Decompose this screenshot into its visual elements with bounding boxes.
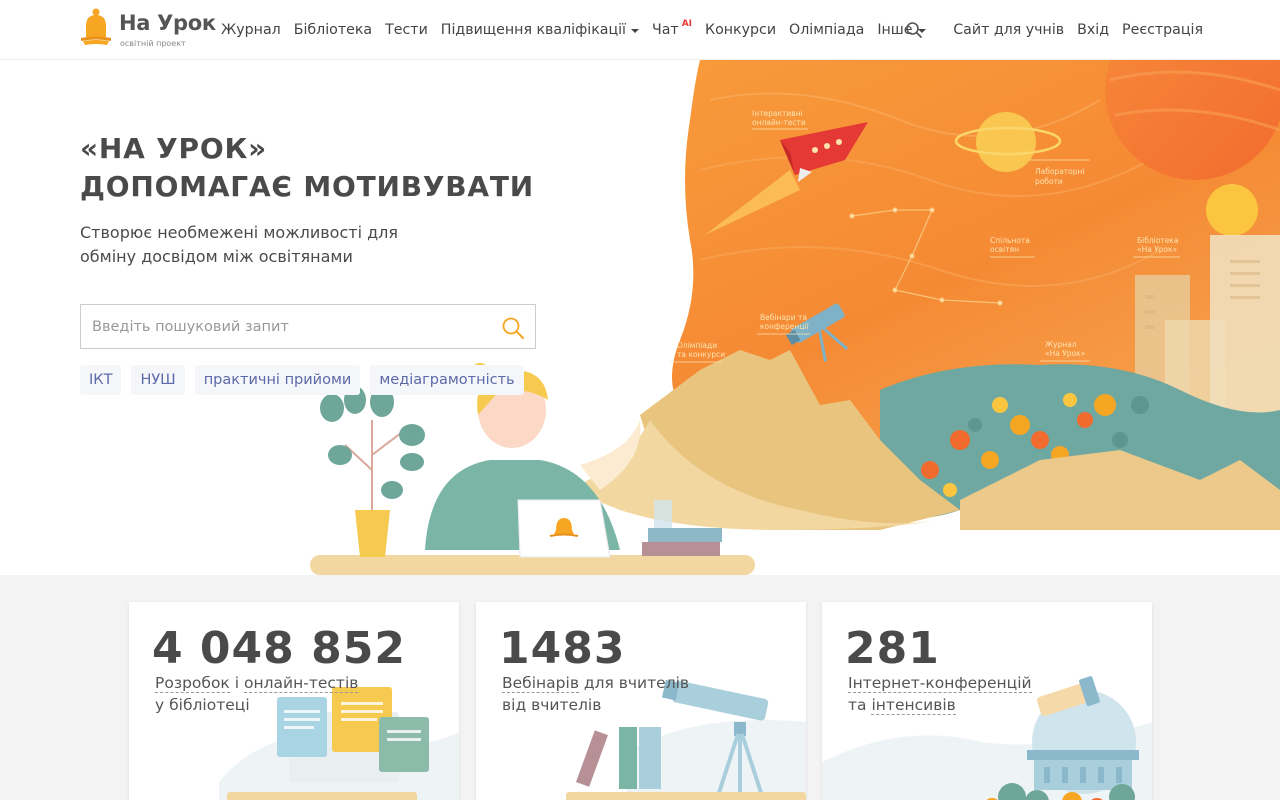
intensives-link[interactable]: інтенсивів <box>871 696 956 715</box>
ai-badge: AI <box>681 19 693 29</box>
nav-library[interactable]: Бібліотека <box>294 22 372 38</box>
tag-media-literacy[interactable]: медіаграмотність <box>370 365 524 395</box>
tag-ikt[interactable]: ІКТ <box>80 365 122 395</box>
webinars-link[interactable]: Вебінарів <box>502 674 579 693</box>
hero-search-box <box>80 304 536 349</box>
hero-desc-line1: Створює необмежені можливості для <box>80 223 399 242</box>
bell-logo-icon <box>81 8 111 45</box>
nav-chat-label: Чат <box>652 22 679 38</box>
conferences-and: та <box>848 696 867 714</box>
hero-title: «НА УРОК» ДОПОМАГАЄ МОТИВУВАТИ <box>80 130 600 206</box>
tag-practical-techniques[interactable]: практичні прийоми <box>194 365 361 395</box>
hero-description: Створює необмежені можливості для обміну… <box>80 221 440 269</box>
label-library-2: «На Урок» <box>1137 245 1178 254</box>
label-journal-2: «На Урок» <box>1045 349 1086 358</box>
nav-chat[interactable]: Чат AI <box>652 19 693 38</box>
materials-and: і <box>234 674 240 692</box>
label-journal: Журнал <box>1045 340 1077 349</box>
label-webinars: Вебінари та <box>760 313 807 322</box>
students-site-link[interactable]: Сайт для учнів <box>953 22 1064 38</box>
caret-down-icon <box>631 28 639 33</box>
search-input[interactable] <box>81 305 481 348</box>
search-icon[interactable] <box>501 316 525 340</box>
hero-desc-line2: обміну досвідом між освітянами <box>80 247 353 266</box>
stat-card-webinars[interactable]: 1483 Вебінарів для вчителів від вчителів <box>476 602 806 800</box>
webinars-line2: від вчителів <box>502 696 602 714</box>
nav-contests-label: Конкурси <box>705 22 777 38</box>
site-logo[interactable]: На Урок освітній проект <box>80 7 216 53</box>
logo-subtitle: освітній проект <box>120 39 186 48</box>
materials-description: Розробок і онлайн-тестів у бібліотеці <box>155 672 359 716</box>
stat-card-materials[interactable]: 4 048 852 Розробок і онлайн-тестів у біб… <box>129 602 459 800</box>
label-webinars-2: конференції <box>760 322 810 331</box>
label-community: Спільнота <box>990 236 1030 245</box>
webinars-for-teachers: для вчителів <box>583 674 690 692</box>
nav-journal[interactable]: Журнал <box>221 22 281 38</box>
nav-tests-label: Тести <box>385 22 428 38</box>
conferences-description: Інтернет-конференцій та інтенсивів <box>848 672 1032 716</box>
label-community-2: освітян <box>990 245 1019 254</box>
stat-card-conferences[interactable]: 281 Інтернет-конференцій та інтенсивів <box>822 602 1152 800</box>
materials-link[interactable]: Розробок <box>155 674 230 693</box>
nav-qualification-dropdown[interactable]: Підвищення кваліфікації <box>441 22 639 38</box>
conferences-link[interactable]: Інтернет-конференцій <box>848 674 1032 693</box>
label-labs-2: роботи <box>1035 177 1063 186</box>
nav-contests[interactable]: Конкурси <box>705 22 776 38</box>
hero-title-line2: ДОПОМАГАЄ МОТИВУВАТИ <box>80 170 534 203</box>
label-library: Бібліотека <box>1137 236 1178 245</box>
materials-line2: у бібліотеці <box>155 696 250 714</box>
nav-olympiad-label: Олімпіада <box>789 22 865 38</box>
hero-section: Інтерактивні онлайн-тести Лабораторні ро… <box>0 60 1280 575</box>
register-link[interactable]: Реєстрація <box>1122 22 1203 38</box>
label-labs: Лабораторні <box>1035 167 1085 176</box>
tag-nush[interactable]: НУШ <box>131 365 185 395</box>
materials-count: 4 048 852 <box>152 623 406 674</box>
label-tests-2: онлайн-тести <box>752 118 806 127</box>
nav-qualification-label: Підвищення кваліфікації <box>440 22 626 38</box>
logo-title: На Урок <box>119 11 216 35</box>
login-link[interactable]: Вхід <box>1077 22 1109 38</box>
label-tests: Інтерактивні <box>752 109 803 118</box>
nav-tests[interactable]: Тести <box>385 22 428 38</box>
label-olympiads: Олімпіади <box>677 341 717 350</box>
main-menu: Журнал Бібліотека Тести Підвищення квалі… <box>221 0 939 60</box>
auth-menu: Сайт для учнів Вхід Реєстрація <box>940 0 1203 60</box>
search-icon[interactable] <box>905 21 923 39</box>
nav-journal-label: Журнал <box>221 22 281 38</box>
nav-library-label: Бібліотека <box>293 22 373 38</box>
top-navbar: На Урок освітній проект Журнал Бібліотек… <box>0 0 1280 60</box>
conferences-count: 281 <box>845 623 940 674</box>
stats-section: 4 048 852 Розробок і онлайн-тестів у біб… <box>0 575 1280 800</box>
hero-title-line1: «НА УРОК» <box>80 132 268 165</box>
popular-tags: ІКТ НУШ практичні прийоми медіаграмотніс… <box>80 365 534 395</box>
nav-olympiad[interactable]: Олімпіада <box>789 22 864 38</box>
online-tests-link[interactable]: онлайн-тестів <box>244 674 359 693</box>
webinars-count: 1483 <box>499 623 626 674</box>
label-olympiads-2: та конкурси <box>677 350 725 359</box>
webinars-description: Вебінарів для вчителів від вчителів <box>502 672 689 716</box>
